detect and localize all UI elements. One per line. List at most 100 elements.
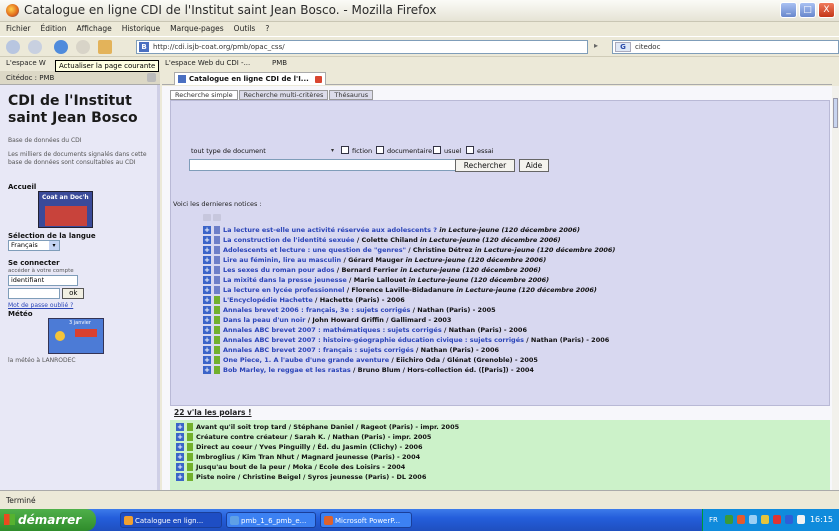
task-powerpoint[interactable]: Microsoft PowerP... [320,512,412,528]
notice-title-link[interactable]: One Piece, 1. A l'aube d'une grande aven… [223,356,389,364]
notice-title-link[interactable]: Les sexes du roman pour ados [223,266,335,274]
notice-title-link[interactable]: Dans la peau d'un noir [223,316,305,324]
home-icon[interactable] [98,40,112,54]
expand-plus-icon[interactable]: + [176,443,184,451]
notice-row[interactable]: + La construction de l'identité sexuée / … [203,235,823,245]
vertical-scrollbar[interactable] [832,86,839,490]
tray-app-icon[interactable] [797,515,805,524]
notice-title-link[interactable]: Annales ABC brevet 2007 : histoire-géogr… [223,336,524,344]
tab-recherche-simple[interactable]: Recherche simple [170,90,238,100]
stop-icon[interactable] [76,40,90,54]
tray-app-icon[interactable] [761,515,769,524]
tab-close-icon[interactable] [314,76,322,83]
tab-thesaurus[interactable]: Thésaurus [329,90,374,100]
notice-title-link[interactable]: Annales ABC brevet 2007 : mathématiques … [223,326,442,334]
expand-plus-icon[interactable]: + [203,276,211,284]
expand-plus-icon[interactable]: + [203,316,211,324]
task-firefox[interactable]: Catalogue en lign... [120,512,222,528]
forgot-password-link[interactable]: Mot de passe oublié ? [8,302,149,310]
close-button[interactable]: X [818,2,835,18]
notice-row[interactable]: + Annales ABC brevet 2007 : histoire-géog… [203,335,823,345]
notice-row[interactable]: + Adolescents et lecture : une question d… [203,245,823,255]
notice-title-link[interactable]: Annales brevet 2006 : français, 3e : suj… [223,306,410,314]
login-field[interactable]: identifiant [8,275,78,286]
menu-fichier[interactable]: Fichier [6,22,31,36]
expand-plus-icon[interactable]: + [203,266,211,274]
network-icon[interactable] [725,515,733,524]
checkbox-documentaire[interactable]: documentaire [376,146,432,155]
antivirus-icon[interactable] [773,515,781,524]
notice-title-link[interactable]: L'Encyclopédie Hachette [223,296,313,304]
notice-row[interactable]: + Bob Marley, le reggae et les rastas / B… [203,365,823,375]
accueil-label[interactable]: Accueil [8,183,149,191]
menu-outils[interactable]: Outils [234,22,256,36]
notice-toolbar-icons[interactable] [203,214,223,222]
notice-row[interactable]: + La lecture est-elle une activité réserv… [203,225,823,235]
notice-row[interactable]: + La mixité dans la presse jeunesse / Mar… [203,275,823,285]
password-field[interactable] [8,288,60,299]
menu-affichage[interactable]: Affichage [76,22,111,36]
query-input[interactable] [189,159,471,171]
weather-widget[interactable]: 3 janvier [48,318,104,354]
notice-title-link[interactable]: La mixité dans la presse jeunesse [223,276,347,284]
sidebar-close-icon[interactable] [147,73,156,82]
search-input[interactable]: G citedoc [612,40,839,54]
polar-text[interactable]: Direct au coeur / Yves Pinguilly / Éd. d… [196,442,423,452]
security-icon[interactable] [737,515,745,524]
go-arrow-icon[interactable]: ▸ [594,41,598,50]
reload-icon[interactable] [54,40,68,54]
polars-heading[interactable]: 22 v'la les polars ! [170,406,830,420]
volume-icon[interactable] [749,515,757,524]
polar-text[interactable]: Jusqu'au bout de la peur / Moka / Ecole … [196,462,405,472]
polar-text[interactable]: Imbroglius / Kim Tran Nhut / Magnard jeu… [196,452,420,462]
document-type-select[interactable]: tout type de document ▾ [189,145,339,157]
checkbox-essai[interactable]: essai [466,146,494,155]
notice-row[interactable]: + L'Encyclopédie Hachette / Hachette (Par… [203,295,823,305]
url-bar[interactable]: B http://cdi.isjb-coat.org/pmb/opac_css/ [136,40,588,54]
menu-edition[interactable]: Édition [41,22,67,36]
notice-row[interactable]: + One Piece, 1. A l'aube d'une grande ave… [203,355,823,365]
notice-row[interactable]: + Dans la peau d'un noir / John Howard Gr… [203,315,823,325]
expand-plus-icon[interactable]: + [176,473,184,481]
expand-plus-icon[interactable]: + [203,246,211,254]
notice-row[interactable]: + Annales brevet 2006 : français, 3e : su… [203,305,823,315]
task-pmb[interactable]: pmb_1_6_pmb_e... [226,512,316,528]
notice-title-link[interactable]: La lecture en lycée professionnel [223,286,344,294]
expand-plus-icon[interactable]: + [203,256,211,264]
language-select[interactable]: Français ▾ [8,240,60,251]
login-ok-button[interactable]: ok [62,288,85,299]
expand-plus-icon[interactable]: + [203,296,211,304]
tab-recherche-multi-criteres[interactable]: Recherche multi-critères [238,90,329,100]
tray-app-icon[interactable] [785,515,793,524]
menu-marque-pages[interactable]: Marque-pages [170,22,224,36]
notice-row[interactable]: + Lire au féminin, lire au masculin / Gér… [203,255,823,265]
notice-row[interactable]: + La lecture en lycée professionnel / Flo… [203,285,823,295]
polar-text[interactable]: Avant qu'il soit trop tard / Stéphane Da… [196,422,459,432]
menu-historique[interactable]: Historique [122,22,160,36]
back-arrow-icon[interactable] [6,40,20,54]
expand-plus-icon[interactable]: + [203,286,211,294]
start-button[interactable]: démarrer [0,509,96,531]
notice-title-link[interactable]: La lecture est-elle une activité réservé… [223,226,437,234]
notice-title-link[interactable]: La construction de l'identité sexuée [223,236,355,244]
scrollbar-thumb[interactable] [833,98,838,128]
search-engine-icon[interactable]: G [615,42,631,52]
search-button[interactable]: Rechercher [455,159,515,172]
bookmark-espace-w[interactable]: L'espace W [6,59,46,67]
notice-row[interactable]: + Annales ABC brevet 2007 : français : su… [203,345,823,355]
notice-row[interactable]: + Les sexes du roman pour ados / Bernard … [203,265,823,275]
menu-help[interactable]: ? [265,22,269,36]
expand-plus-icon[interactable]: + [203,366,211,374]
notice-row[interactable]: + Annales ABC brevet 2007 : mathématiques… [203,325,823,335]
notice-title-link[interactable]: Annales ABC brevet 2007 : français : suj… [223,346,414,354]
expand-plus-icon[interactable]: + [176,463,184,471]
maximize-button[interactable]: □ [799,2,816,18]
expand-plus-icon[interactable]: + [203,326,211,334]
expand-plus-icon[interactable]: + [176,433,184,441]
tab-catalogue[interactable]: Catalogue en ligne CDI de l'I... [174,72,326,85]
polar-text[interactable]: Créature contre créateur / Sarah K. / Na… [196,432,431,442]
bookmark-pmb[interactable]: PMB [272,59,287,67]
polar-text[interactable]: Piste noire / Christine Beigel / Syros j… [196,472,426,482]
expand-plus-icon[interactable]: + [203,226,211,234]
meteo-link[interactable]: la météo à LANRODEC [8,357,149,365]
